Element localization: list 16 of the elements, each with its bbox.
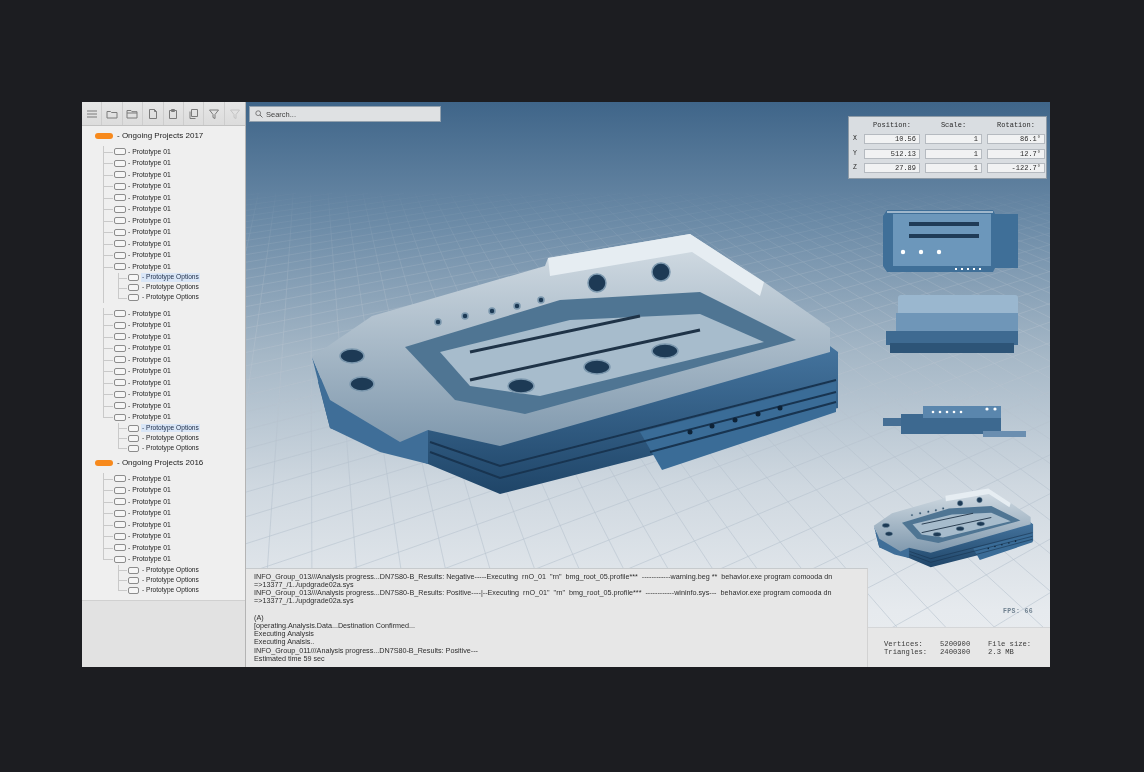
document-icon (146, 107, 159, 120)
plate-side-view-thumbnail[interactable] (886, 293, 1018, 355)
copy-icon (187, 107, 200, 120)
filter-icon (228, 107, 241, 120)
clipboard-icon (167, 107, 180, 120)
plate-iso-view-thumbnail[interactable] (872, 487, 1034, 568)
filter-icon (207, 107, 220, 120)
search-icon (255, 110, 263, 118)
tree-item[interactable]: - Ongoing Projects 2017 (116, 131, 205, 141)
menu-icon (85, 107, 98, 120)
project-marker-icon (95, 133, 113, 139)
plate-top-view-thumbnail[interactable] (883, 208, 1018, 275)
folder-icon (126, 107, 139, 120)
tree-item[interactable]: - Ongoing Projects 2016 (116, 458, 205, 468)
plate-front-view-thumbnail[interactable] (883, 404, 1026, 440)
project-marker-icon (95, 460, 113, 466)
